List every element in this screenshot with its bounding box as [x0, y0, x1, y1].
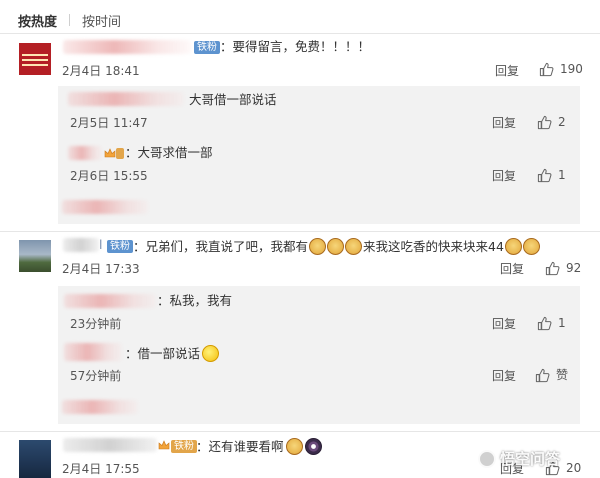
smile-emoji — [202, 345, 220, 362]
comment-timestamp: 2月4日 18:41 — [62, 64, 140, 78]
crown-icon — [104, 148, 116, 158]
reply-timestamp: 2月5日 11:47 — [70, 116, 148, 130]
comment-text: ：要得留言，免费！！！！ — [220, 39, 371, 54]
tab-sort-by-time[interactable]: 按时间 — [82, 11, 121, 30]
reply-button[interactable]: 回复 — [492, 115, 516, 131]
sort-tabs: 按热度 按时间 — [18, 11, 121, 30]
watermark: 悟空问答 — [478, 448, 560, 469]
comment-text: ：还有谁要看啊 — [196, 438, 322, 455]
reply-text: ：大哥求借一部 — [125, 145, 213, 160]
username-blurred[interactable] — [68, 92, 184, 106]
cat-face-emoji — [327, 238, 345, 255]
tab-divider — [69, 14, 71, 26]
like-count: 1 — [558, 168, 566, 182]
like-button[interactable]: 1 — [537, 315, 566, 331]
like-count: 1 — [558, 316, 566, 330]
cat-face-emoji — [522, 238, 540, 255]
cat-face-emoji — [285, 438, 303, 455]
reply-timestamp: 2月6日 15:55 — [70, 169, 148, 183]
username-blurred[interactable] — [63, 40, 191, 54]
comment-text-part: ：兄弟们，我直说了吧，我都有 — [133, 238, 309, 254]
thumbs-up-icon — [537, 316, 552, 330]
watermark-text: 悟空问答 — [500, 450, 561, 468]
thumbs-up-icon — [537, 168, 552, 182]
like-button[interactable]: 92 — [545, 260, 581, 276]
username-blurred[interactable] — [64, 294, 156, 308]
tab-sort-by-hot[interactable]: 按热度 — [18, 11, 57, 30]
thumbs-up-icon — [545, 261, 560, 275]
comment-timestamp: 2月4日 17:33 — [62, 262, 140, 276]
divider — [0, 431, 600, 432]
more-replies-blurred[interactable] — [62, 200, 148, 214]
username-fragment: l — [99, 237, 103, 252]
reply-button[interactable]: 回复 — [495, 63, 519, 79]
comment-text-part: ：还有谁要看啊 — [196, 438, 284, 454]
like-count: 赞 — [556, 368, 569, 382]
crown-icon — [158, 440, 170, 450]
username-blurred[interactable] — [63, 438, 157, 452]
more-replies-blurred[interactable] — [62, 400, 138, 414]
avatar[interactable] — [19, 440, 51, 478]
like-count: 190 — [560, 62, 583, 76]
watermark-logo-icon — [478, 449, 496, 468]
owl-emoji — [304, 438, 322, 455]
reply-text: ：私我，我有 — [157, 293, 233, 308]
fan-badge: 铁粉 — [194, 41, 220, 54]
thumbs-up-icon — [537, 115, 552, 129]
avatar[interactable] — [19, 240, 51, 272]
like-button[interactable]: 2 — [537, 114, 566, 130]
reply-text: 大哥借一部说话 — [189, 92, 277, 107]
comment-text-part: 来我这吃香的快来块来44 — [363, 238, 504, 254]
avatar[interactable] — [19, 43, 51, 75]
fan-badge: 铁粉 — [107, 240, 133, 253]
cat-face-emoji — [504, 238, 522, 255]
reply-text: ：借一部说话 — [125, 345, 220, 362]
reply-text-part: ：借一部说话 — [125, 345, 201, 361]
like-count: 92 — [566, 261, 582, 275]
fan-badge: 铁粉 — [171, 440, 197, 453]
divider — [0, 231, 600, 232]
cat-face-emoji — [309, 238, 327, 255]
reply-button[interactable]: 回复 — [492, 316, 516, 332]
reply-timestamp: 57分钟前 — [70, 369, 122, 383]
thumbs-up-icon — [539, 62, 554, 76]
reply-button[interactable]: 回复 — [500, 261, 524, 277]
username-blurred[interactable] — [63, 238, 99, 252]
divider — [0, 33, 600, 34]
like-count: 2 — [558, 115, 566, 129]
comment-text: ：兄弟们，我直说了吧，我都有 来我这吃香的快来块来44 — [133, 238, 540, 255]
username-blurred[interactable] — [68, 146, 102, 160]
like-button[interactable]: 1 — [537, 167, 566, 183]
reply-button[interactable]: 回复 — [492, 168, 516, 184]
like-button[interactable]: 赞 — [535, 367, 568, 383]
username-blurred[interactable] — [64, 343, 122, 361]
reply-timestamp: 23分钟前 — [70, 317, 122, 331]
comment-timestamp: 2月4日 17:55 — [62, 462, 140, 476]
reply-button[interactable]: 回复 — [492, 368, 516, 384]
thumbs-up-icon — [535, 368, 550, 382]
cat-face-emoji — [345, 238, 363, 255]
level-badge — [116, 148, 124, 159]
like-button[interactable]: 190 — [539, 61, 583, 77]
like-count: 20 — [566, 461, 582, 475]
